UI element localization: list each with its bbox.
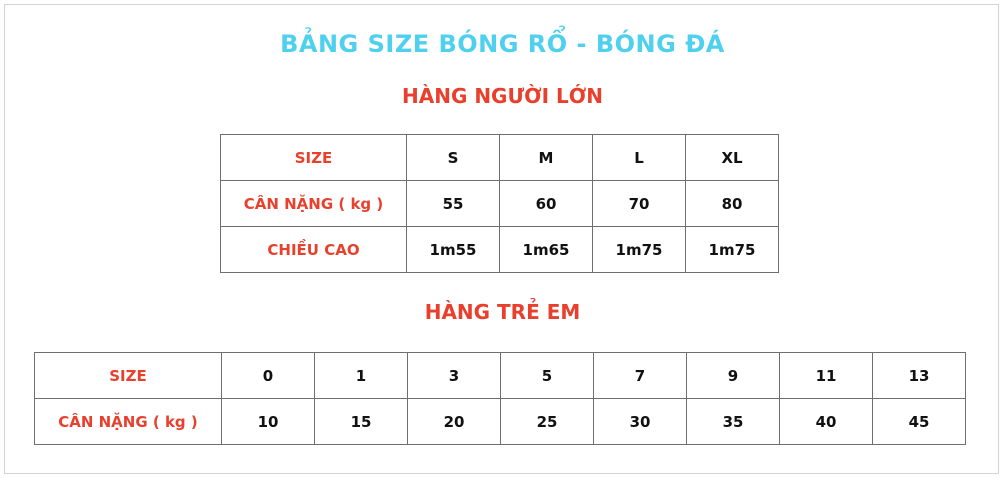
table-cell: 25 [500, 398, 594, 445]
adult-size-table: SIZE S M L XL CÂN NẶNG ( kg ) 55 60 70 80 CHIỀU CA… [220, 134, 779, 273]
row-label: CÂN NẶNG ( kg ) [34, 398, 222, 445]
page-title: BẢNG SIZE BÓNG RỔ - BÓNG ĐÁ [280, 30, 725, 58]
table-cell: 15 [314, 398, 408, 445]
table-cell: L [592, 134, 686, 181]
adult-section-heading: HÀNG NGƯỜI LỚN [401, 84, 604, 108]
table-cell: 1m75 [685, 226, 779, 273]
table-cell: 9 [686, 352, 780, 399]
table-cell: 30 [593, 398, 687, 445]
row-label: CHIỀU CAO [220, 226, 407, 273]
table-cell: S [406, 134, 500, 181]
kids-section-heading: HÀNG TRẺ EM [424, 300, 581, 324]
table-row: CÂN NẶNG ( kg ) 10 15 20 25 30 35 40 45 [34, 398, 966, 445]
table-cell: 1m55 [406, 226, 500, 273]
table-cell: 60 [499, 180, 593, 227]
table-row: CÂN NẶNG ( kg ) 55 60 70 80 [220, 180, 779, 227]
table-cell: 5 [500, 352, 594, 399]
table-cell: 11 [779, 352, 873, 399]
table-row: SIZE 0 1 3 5 7 9 11 13 [34, 352, 966, 399]
table-cell: 7 [593, 352, 687, 399]
table-cell: 80 [685, 180, 779, 227]
table-cell: 0 [221, 352, 315, 399]
table-cell: 35 [686, 398, 780, 445]
table-cell: XL [685, 134, 779, 181]
table-cell: M [499, 134, 593, 181]
kids-size-table: SIZE 0 1 3 5 7 9 11 13 CÂN NẶNG ( kg ) 10 15 20 25 30 3… [34, 352, 966, 445]
table-row: CHIỀU CAO 1m55 1m65 1m75 1m75 [220, 226, 779, 273]
row-label: SIZE [220, 134, 407, 181]
table-cell: 70 [592, 180, 686, 227]
table-cell: 3 [407, 352, 501, 399]
table-cell: 1m65 [499, 226, 593, 273]
table-cell: 1m75 [592, 226, 686, 273]
row-label: CÂN NẶNG ( kg ) [220, 180, 407, 227]
table-cell: 40 [779, 398, 873, 445]
row-label: SIZE [34, 352, 222, 399]
table-cell: 45 [872, 398, 966, 445]
table-cell: 20 [407, 398, 501, 445]
table-cell: 10 [221, 398, 315, 445]
table-cell: 13 [872, 352, 966, 399]
table-row: SIZE S M L XL [220, 134, 779, 181]
table-cell: 55 [406, 180, 500, 227]
table-cell: 1 [314, 352, 408, 399]
